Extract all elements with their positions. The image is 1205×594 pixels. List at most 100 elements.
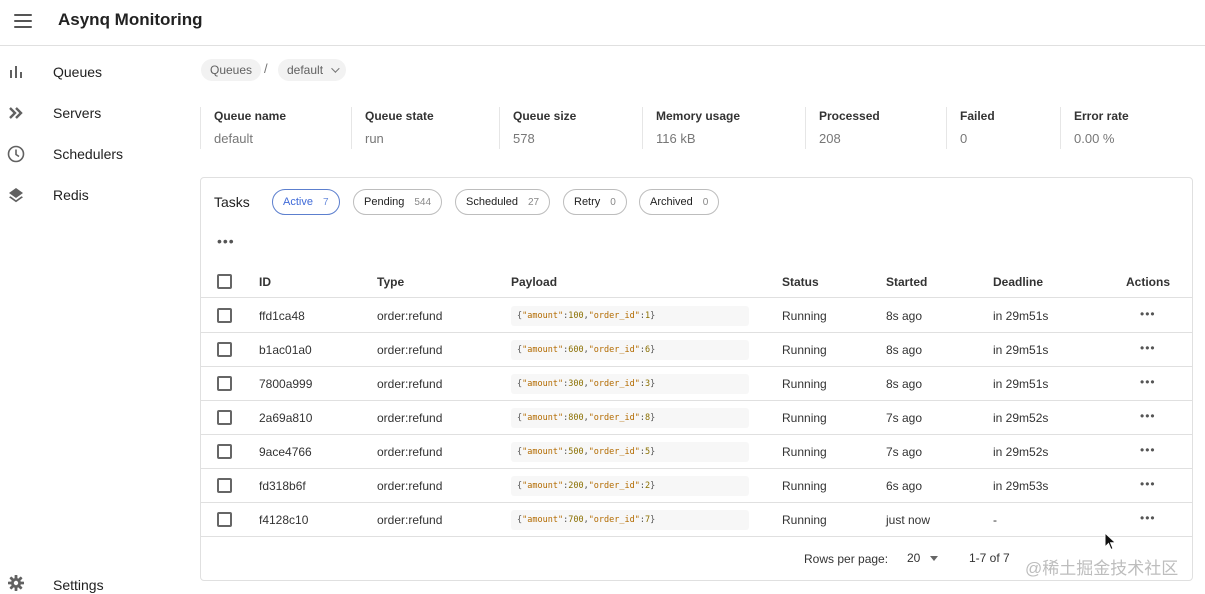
tab-count: 0 (702, 196, 709, 208)
task-type: order:refund (377, 513, 443, 527)
stat-value: 0 (960, 131, 968, 146)
task-id: fd318b6f (259, 479, 306, 493)
tab-label: Scheduled (466, 196, 518, 208)
stat-value: 0.00 % (1074, 131, 1115, 146)
row-checkbox[interactable] (217, 478, 232, 493)
table-row[interactable]: 9ace4766 order:refund {"amount":500,"order… (201, 435, 1192, 469)
table-row[interactable]: 2a69a810 order:refund {"amount":800,"order… (201, 401, 1192, 435)
tab-scheduled[interactable]: Scheduled 27 (455, 189, 551, 215)
breadcrumb-queue-select[interactable]: default (278, 59, 347, 81)
tab-active[interactable]: Active 7 (272, 189, 340, 215)
stat-processed: Processed 208 (805, 107, 945, 149)
sidebar-item-queues[interactable]: Queues (0, 52, 190, 92)
stat-label: Queue state (365, 109, 434, 123)
column-header-status: Status (782, 275, 819, 289)
rows-per-page-select[interactable]: 20 (907, 548, 939, 568)
app-bar: Asynq Monitoring (0, 0, 1205, 46)
table-row[interactable]: 7800a999 order:refund {"amount":300,"order… (201, 367, 1192, 401)
select-all-checkbox[interactable] (217, 274, 232, 289)
task-type: order:refund (377, 445, 443, 459)
breadcrumb-separator: / (264, 61, 268, 76)
tab-pending[interactable]: Pending 544 (353, 189, 443, 215)
table-row[interactable]: f4128c10 order:refund {"amount":700,"order… (201, 503, 1192, 537)
task-payload: {"amount":500,"order_id":5} (511, 442, 749, 462)
column-header-actions: Actions (1126, 275, 1171, 289)
task-started: 8s ago (886, 377, 923, 391)
sidebar-item-label: Servers (53, 105, 102, 121)
tab-count: 27 (528, 196, 540, 208)
row-checkbox[interactable] (217, 308, 232, 323)
column-header-type: Type (377, 275, 405, 289)
tab-archived[interactable]: Archived 0 (639, 189, 720, 215)
menu-icon[interactable] (14, 14, 32, 28)
stat-queue-state: Queue state run (351, 107, 498, 149)
stat-value: 578 (513, 131, 535, 146)
stat-queue-size: Queue size 578 (499, 107, 641, 149)
task-payload: {"amount":300,"order_id":3} (511, 374, 749, 394)
task-payload: {"amount":700,"order_id":7} (511, 510, 749, 530)
row-checkbox[interactable] (217, 410, 232, 425)
table-row[interactable]: b1ac01a0 order:refund {"amount":600,"order… (201, 333, 1192, 367)
task-deadline: in 29m51s (993, 309, 1049, 323)
row-actions-icon[interactable]: ••• (1140, 376, 1156, 388)
payload-key: "amount" (522, 481, 564, 491)
table-row[interactable]: ffd1ca48 order:refund {"amount":100,"order… (201, 299, 1192, 333)
payload-key: "amount" (522, 413, 564, 423)
tab-count: 7 (322, 196, 329, 208)
payload-key: "amount" (522, 345, 564, 355)
task-deadline: in 29m53s (993, 479, 1049, 493)
sidebar-item-label: Redis (53, 187, 89, 203)
sidebar-item-label: Settings (53, 577, 104, 593)
task-status: Running (782, 479, 827, 493)
sidebar-item-schedulers[interactable]: Schedulers (0, 134, 190, 174)
task-id: 7800a999 (259, 377, 313, 391)
tasks-title: Tasks (214, 194, 250, 210)
tab-retry[interactable]: Retry 0 (563, 189, 627, 215)
sidebar-item-label: Schedulers (53, 146, 124, 162)
row-actions-icon[interactable]: ••• (1140, 512, 1156, 524)
payload-key: "order_id" (588, 515, 640, 525)
task-status: Running (782, 411, 827, 425)
tab-label: Archived (650, 196, 693, 208)
breadcrumb-queues[interactable]: Queues (201, 59, 262, 81)
sidebar-item-redis[interactable]: Redis (0, 175, 190, 215)
sidebar-item-servers[interactable]: Servers (0, 93, 190, 133)
stat-failed: Failed 0 (946, 107, 1059, 149)
row-actions-icon[interactable]: ••• (1140, 410, 1156, 422)
task-payload: {"amount":200,"order_id":2} (511, 476, 749, 496)
task-type: order:refund (377, 479, 443, 493)
payload-value: 200 (568, 481, 584, 491)
bar-chart-icon (7, 63, 25, 81)
column-header-deadline: Deadline (993, 275, 1044, 289)
column-header-started: Started (886, 275, 928, 289)
row-actions-icon[interactable]: ••• (1140, 342, 1156, 354)
row-checkbox[interactable] (217, 342, 232, 357)
sidebar: Queues Servers Schedulers Redis (0, 47, 190, 594)
row-actions-icon[interactable]: ••• (1140, 444, 1156, 456)
task-started: just now (886, 513, 931, 527)
stat-label: Failed (960, 109, 995, 123)
payload-key: "amount" (522, 311, 564, 321)
more-horizontal-icon[interactable]: ••• (217, 234, 235, 248)
row-checkbox[interactable] (217, 512, 232, 527)
payload-value: 700 (568, 515, 584, 525)
gear-icon (7, 574, 25, 592)
sidebar-item-settings[interactable]: Settings (0, 566, 190, 594)
row-checkbox[interactable] (217, 376, 232, 391)
row-actions-icon[interactable]: ••• (1140, 308, 1156, 320)
row-checkbox[interactable] (217, 444, 232, 459)
task-started: 7s ago (886, 411, 923, 425)
rows-per-page-label: Rows per page: (804, 552, 889, 566)
stat-value: default (214, 131, 254, 146)
table-row[interactable]: fd318b6f order:refund {"amount":200,"order… (201, 469, 1192, 503)
task-status: Running (782, 343, 827, 357)
tab-count: 0 (610, 196, 616, 208)
payload-key: "amount" (522, 447, 564, 457)
stat-value: 116 kB (656, 131, 696, 146)
column-header-payload: Payload (511, 275, 558, 289)
rows-per-page-value: 20 (907, 551, 921, 565)
task-started: 7s ago (886, 445, 923, 459)
row-actions-icon[interactable]: ••• (1140, 478, 1156, 490)
double-chevron-icon (7, 104, 25, 122)
task-id: ffd1ca48 (259, 309, 305, 323)
